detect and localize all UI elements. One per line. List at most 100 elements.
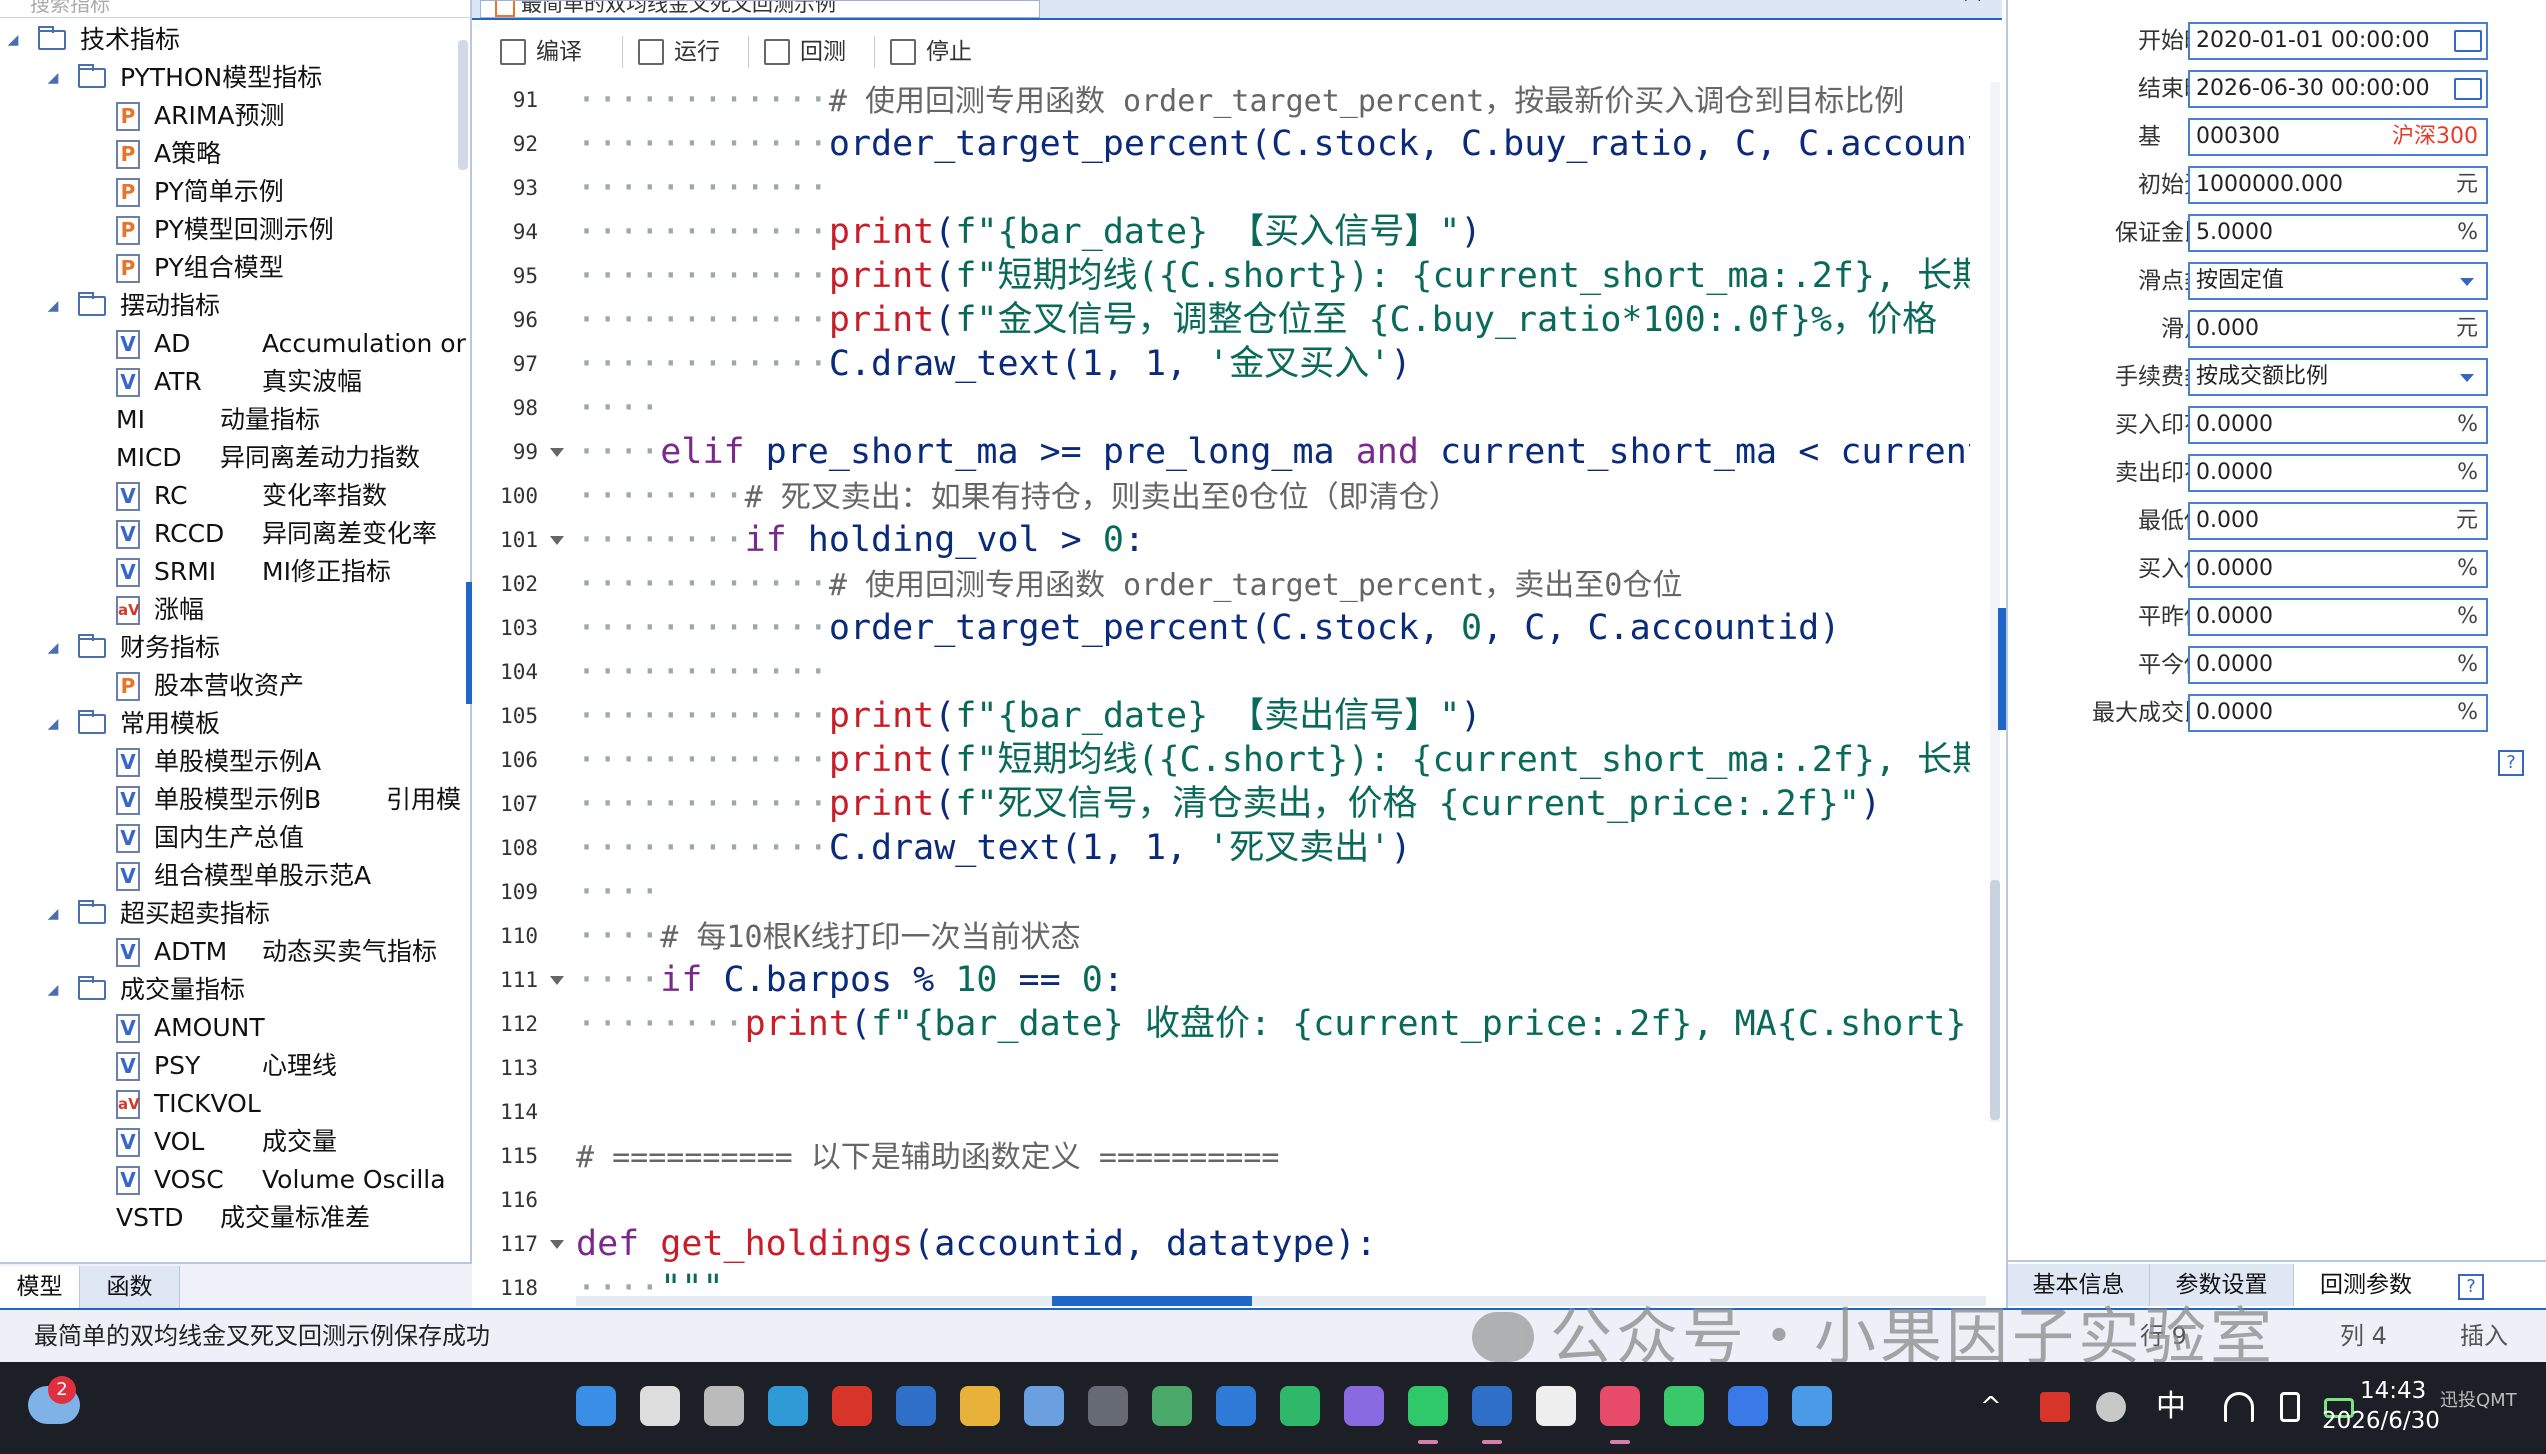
- code-line[interactable]: ············C.draw_text(1, 1, '死叉卖出'): [576, 826, 1970, 870]
- tab-backtest-params[interactable]: 回测参数: [2294, 1264, 2438, 1306]
- stop-button[interactable]: 停止: [882, 30, 972, 74]
- clock-time[interactable]: 14:43: [2360, 1376, 2426, 1406]
- search-input[interactable]: 搜索指标: [0, 0, 470, 18]
- code-line[interactable]: ············print(f"死叉信号，清仓卖出，价格 {curren…: [576, 782, 1970, 826]
- expand-arrow-icon[interactable]: ◢: [44, 288, 62, 324]
- help-icon[interactable]: ?: [2458, 1274, 2484, 1300]
- code-line[interactable]: def get_holdings(accountid, datatype):: [576, 1222, 1970, 1266]
- param-input[interactable]: 2026-06-30 00:00:00: [2188, 70, 2488, 108]
- code-line[interactable]: ········print(f"{bar_date} 收盘价: {current…: [576, 1002, 1970, 1046]
- code-line[interactable]: ····if C.barpos % 10 == 0:: [576, 958, 1970, 1002]
- expand-arrow-icon[interactable]: ◢: [44, 706, 62, 742]
- param-input[interactable]: 0.0000%: [2188, 694, 2488, 732]
- code-line[interactable]: ············print(f"短期均线({C.short}): {cu…: [576, 738, 1970, 782]
- tree-folder[interactable]: ◢ 摆动指标: [0, 288, 470, 324]
- expand-arrow-icon[interactable]: ◢: [44, 896, 62, 932]
- fold-toggle-icon[interactable]: [550, 448, 564, 457]
- maps-icon[interactable]: [1152, 1386, 1192, 1426]
- editor-scroll-thumb[interactable]: [1990, 880, 2000, 1120]
- task-view-icon[interactable]: [704, 1386, 744, 1426]
- param-input[interactable]: 2020-01-01 00:00:00: [2188, 22, 2488, 60]
- edge-icon[interactable]: [768, 1386, 808, 1426]
- search-icon[interactable]: [640, 1386, 680, 1426]
- fold-toggle-icon[interactable]: [550, 1240, 564, 1249]
- copilot-icon[interactable]: [1344, 1386, 1384, 1426]
- param-input[interactable]: 0.000 元: [2188, 310, 2488, 348]
- tree-item[interactable]: P PY组合模型: [0, 250, 470, 286]
- code-line[interactable]: ············# 使用回测专用函数 order_target_perc…: [576, 78, 1970, 122]
- tree-folder[interactable]: ◢ 常用模板: [0, 706, 470, 742]
- tree-item[interactable]: P A策略: [0, 136, 470, 172]
- code-line[interactable]: ········# 死叉卖出：如果有持仓，则卖出至0仓位（即清仓）: [576, 474, 1970, 518]
- param-input[interactable]: 000300 沪深300: [2188, 118, 2488, 156]
- start-icon[interactable]: [576, 1386, 616, 1426]
- tree-item[interactable]: P PY模型回测示例: [0, 212, 470, 248]
- code-line[interactable]: [576, 1090, 1970, 1134]
- code-line[interactable]: ············: [576, 650, 1970, 694]
- code-line[interactable]: ············# 使用回测专用函数 order_target_perc…: [576, 562, 1970, 606]
- qmt-icon[interactable]: [1472, 1386, 1512, 1444]
- tree-folder[interactable]: ◢ PYTHON模型指标: [0, 60, 470, 96]
- tree-folder[interactable]: ◢ 成交量指标: [0, 972, 470, 1008]
- qmt2-icon[interactable]: [1728, 1386, 1768, 1426]
- tree-item[interactable]: V VOL 成交量: [0, 1124, 470, 1160]
- tree-item[interactable]: V 国内生产总值: [0, 820, 470, 856]
- param-input[interactable]: 0.0000%: [2188, 406, 2488, 444]
- param-input[interactable]: 0.0000%: [2188, 550, 2488, 588]
- tree-item[interactable]: V AMOUNT: [0, 1010, 470, 1046]
- calendar-icon[interactable]: [2454, 78, 2482, 100]
- code-line[interactable]: ····""": [576, 1266, 1970, 1296]
- ime-indicator[interactable]: 中: [2156, 1382, 2186, 1432]
- tree-item[interactable]: V 单股模型示例A: [0, 744, 470, 780]
- code-line[interactable]: ············: [576, 166, 1970, 210]
- code-line[interactable]: ············C.draw_text(1, 1, '金叉买入'): [576, 342, 1970, 386]
- wps-icon[interactable]: [832, 1386, 872, 1426]
- param-input[interactable]: 0.0000%: [2188, 598, 2488, 636]
- file-explorer-icon[interactable]: [960, 1386, 1000, 1426]
- chevron-down-icon[interactable]: [2460, 278, 2474, 286]
- code-line[interactable]: [576, 1046, 1970, 1090]
- code-line[interactable]: ····: [576, 386, 1970, 430]
- tree-item[interactable]: V AD Accumulation or: [0, 326, 470, 362]
- param-select[interactable]: 按成交额比例: [2188, 358, 2488, 396]
- tree-item[interactable]: aV TICKVOL: [0, 1086, 470, 1122]
- tree-item[interactable]: V VOSC Volume Oscilla: [0, 1162, 470, 1198]
- tab-functions[interactable]: 函数: [80, 1266, 180, 1308]
- code-line[interactable]: ····# 每10根K线打印一次当前状态: [576, 914, 1970, 958]
- app-red-icon[interactable]: [1600, 1386, 1640, 1444]
- tree-item[interactable]: V RCCD 异同离差变化率: [0, 516, 470, 552]
- run-button[interactable]: 运行: [630, 30, 720, 74]
- app-icon[interactable]: [1088, 1386, 1128, 1426]
- tree-item[interactable]: VSTD 成交量标准差: [0, 1200, 470, 1236]
- code-line[interactable]: ····: [576, 870, 1970, 914]
- code-line[interactable]: [576, 1178, 1970, 1222]
- editor-horizontal-thumb[interactable]: [1052, 1296, 1252, 1306]
- tree-item[interactable]: V 组合模型单股示范A: [0, 858, 470, 894]
- tree-item[interactable]: V ADTM 动态买卖气指标: [0, 934, 470, 970]
- code-line[interactable]: # ========== 以下是辅助函数定义 ==========: [576, 1134, 1970, 1178]
- fold-toggle-icon[interactable]: [550, 536, 564, 545]
- chevron-down-icon[interactable]: [2460, 374, 2474, 382]
- expand-arrow-icon[interactable]: ◢: [4, 22, 22, 58]
- app-green-icon[interactable]: [1280, 1386, 1320, 1426]
- help-icon[interactable]: ?: [2498, 750, 2524, 776]
- cloud-tray-icon[interactable]: [2096, 1392, 2126, 1422]
- tree-item[interactable]: P PY简单示例: [0, 174, 470, 210]
- code-line[interactable]: ····elif pre_short_ma >= pre_long_ma and…: [576, 430, 1970, 474]
- tree-item[interactable]: P 股本营收资产: [0, 668, 470, 704]
- expand-arrow-icon[interactable]: ◢: [44, 630, 62, 666]
- compile-button[interactable]: 编译: [492, 30, 582, 74]
- param-input[interactable]: 0.0000%: [2188, 454, 2488, 492]
- tree-item[interactable]: V 单股模型示例B 引用模: [0, 782, 470, 818]
- code-line[interactable]: ············print(f"{bar_date} 【卖出信号】"): [576, 694, 1970, 738]
- wifi-icon[interactable]: [2224, 1392, 2254, 1422]
- param-input[interactable]: 0.000 元: [2188, 502, 2488, 540]
- tree-item[interactable]: V ATR 真实波幅: [0, 364, 470, 400]
- tree-item[interactable]: P ARIMA预测: [0, 98, 470, 134]
- wps-tray-icon[interactable]: [2040, 1392, 2070, 1422]
- param-input[interactable]: 1000000.000 元: [2188, 166, 2488, 204]
- clock-date[interactable]: 2026/6/30: [2322, 1406, 2440, 1436]
- expand-arrow-icon[interactable]: ◢: [44, 60, 62, 96]
- panda-icon[interactable]: [1536, 1386, 1576, 1426]
- code-line[interactable]: ············order_target_percent(C.stock…: [576, 606, 1970, 650]
